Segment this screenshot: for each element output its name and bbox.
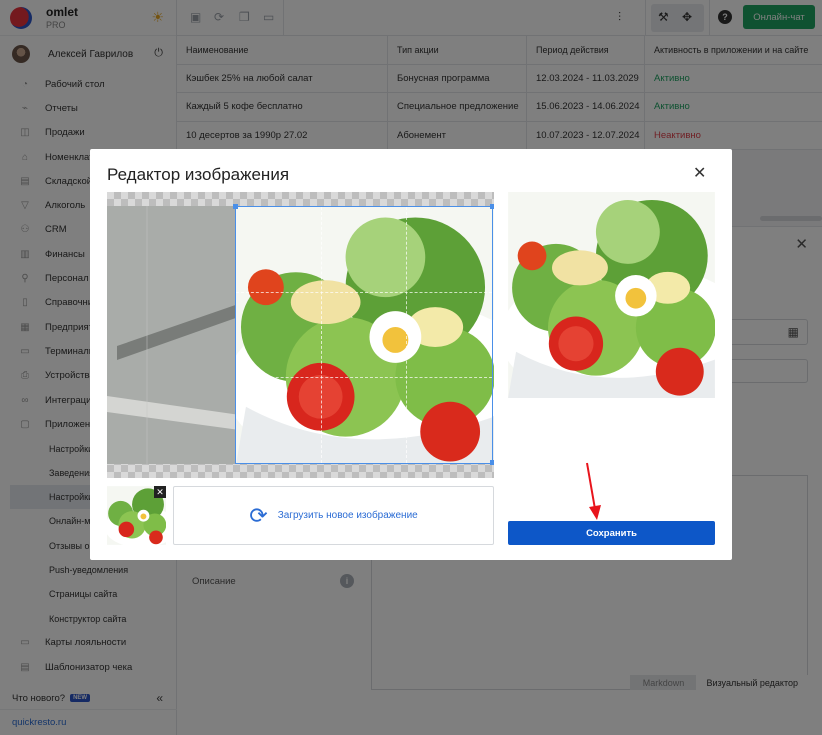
- close-icon[interactable]: ✕: [693, 166, 706, 182]
- refresh-upload-icon: ⟳: [249, 502, 268, 528]
- crop-preview: [508, 192, 715, 398]
- crop-handle-top-left[interactable]: [233, 204, 238, 209]
- crop-handle-bottom-right[interactable]: [490, 460, 494, 465]
- save-button[interactable]: Сохранить: [508, 521, 715, 545]
- image-editor-modal: Редактор изображения ✕ ✕ ⟳ Загрузить нов…: [90, 149, 732, 560]
- crop-selection-box[interactable]: [235, 206, 493, 464]
- crop-area[interactable]: [107, 192, 494, 478]
- upload-new-image-button[interactable]: ⟳ Загрузить новое изображение: [173, 486, 494, 545]
- image-thumbnail[interactable]: ✕: [107, 486, 166, 545]
- remove-thumbnail-icon[interactable]: ✕: [154, 486, 166, 498]
- modal-title: Редактор изображения: [107, 165, 290, 184]
- upload-label: Загрузить новое изображение: [277, 510, 418, 521]
- crop-handle-top-right[interactable]: [490, 204, 494, 209]
